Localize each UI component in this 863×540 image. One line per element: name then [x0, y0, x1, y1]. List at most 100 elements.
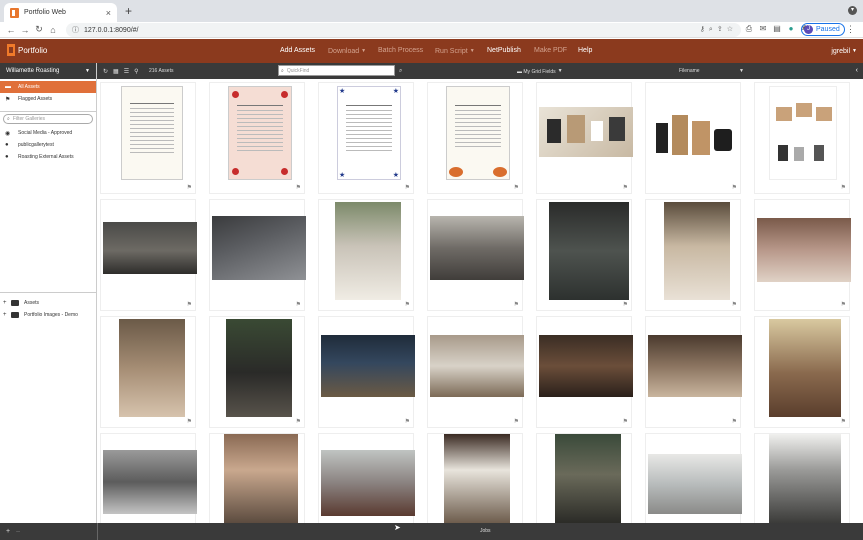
flag-icon[interactable]: ⚑: [841, 301, 846, 308]
tree-item-assets[interactable]: + Assets: [0, 297, 96, 309]
asset-tile[interactable]: [209, 433, 305, 523]
grid-view-icon[interactable]: ▦: [113, 68, 119, 75]
batch-process-menu[interactable]: Batch Process: [378, 39, 423, 63]
flag-icon[interactable]: ⚑: [187, 418, 192, 425]
help-menu[interactable]: Help: [578, 39, 592, 63]
mail-icon[interactable]: ✉: [758, 23, 768, 34]
asset-tile[interactable]: ⚑: [536, 316, 633, 428]
sidebar-item-flagged-assets[interactable]: ⚑ Flagged Assets: [0, 93, 96, 105]
collapse-panel-icon[interactable]: ‹: [856, 63, 858, 79]
asset-tile[interactable]: [645, 433, 742, 523]
asset-tile[interactable]: ⚑: [754, 82, 850, 194]
asset-tile[interactable]: ⚑: [645, 316, 742, 428]
asset-tile[interactable]: ⚑: [536, 199, 632, 311]
remove-gallery-button[interactable]: –: [16, 528, 20, 535]
asset-tile[interactable]: ⚑: [427, 82, 523, 194]
pin-icon[interactable]: ⚲: [134, 68, 138, 75]
browser-menu-icon[interactable]: ⋮: [846, 24, 855, 35]
add-assets-menu[interactable]: Add Assets: [280, 39, 315, 63]
asset-tile[interactable]: ⚑: [645, 199, 741, 311]
asset-tile[interactable]: [754, 433, 850, 523]
sort-field-dropdown[interactable]: Filename ▼: [679, 63, 744, 79]
flag-icon[interactable]: ⚑: [296, 418, 301, 425]
tree-item-portfolio-images-demo[interactable]: + Portfolio Images - Demo: [0, 309, 96, 321]
gallery-item-roasting-external-assets[interactable]: ● Roasting External Assets: [0, 151, 96, 163]
forward-icon[interactable]: →: [18, 25, 32, 35]
download-menu[interactable]: Download ▼: [328, 39, 366, 63]
flag-icon[interactable]: ⚑: [514, 301, 519, 308]
printer-icon[interactable]: ⎙: [744, 23, 754, 34]
grammar-extension-icon[interactable]: ●: [786, 23, 796, 34]
bookmark-star-icon[interactable]: ☆: [727, 26, 737, 33]
user-menu[interactable]: jgrebil ▼: [831, 39, 857, 63]
advanced-search-icon[interactable]: ⌕: [399, 63, 402, 79]
refresh-icon[interactable]: ↻: [103, 68, 108, 75]
close-tab-icon[interactable]: ×: [106, 8, 111, 18]
flag-icon[interactable]: ⚑: [623, 418, 628, 425]
tab-search-icon[interactable]: ▾: [848, 6, 857, 15]
asset-tile[interactable]: ​ ⚑: [100, 82, 196, 194]
asset-tile[interactable]: ⚑: [754, 199, 851, 311]
site-info-icon[interactable]: ⓘ: [72, 25, 79, 35]
quickfind-input[interactable]: ⌕ QuickFind: [278, 65, 395, 76]
gallery-item-publicgallerytest[interactable]: ● publicgallerytest: [0, 139, 96, 151]
expand-icon[interactable]: +: [3, 300, 9, 306]
netpublish-menu[interactable]: NetPublish: [487, 39, 521, 63]
flag-icon[interactable]: ⚑: [296, 184, 301, 191]
expand-icon[interactable]: +: [3, 312, 9, 318]
flag-icon[interactable]: ⚑: [841, 184, 846, 191]
flag-icon[interactable]: ⚑: [732, 418, 737, 425]
asset-tile[interactable]: ⚑: [427, 316, 524, 428]
asset-tile[interactable]: ⚑: [754, 316, 850, 428]
key-icon[interactable]: ⚷: [700, 26, 709, 33]
flag-icon[interactable]: ⚑: [405, 301, 410, 308]
asset-tile[interactable]: ★ ★ ★ ★ ⚑: [318, 82, 414, 194]
add-gallery-button[interactable]: +: [6, 528, 10, 535]
make-pdf-menu[interactable]: Make PDF: [534, 39, 567, 63]
profile-paused-button[interactable]: J Paused: [801, 23, 845, 36]
zoom-icon[interactable]: ⌕: [709, 26, 717, 33]
flag-icon[interactable]: ⚑: [187, 184, 192, 191]
catalog-selector[interactable]: Willamette Roasting ▼: [0, 63, 96, 79]
asset-tile[interactable]: ⚑: [645, 82, 741, 194]
reload-icon[interactable]: ↻: [32, 24, 46, 35]
asset-tile[interactable]: [100, 433, 197, 523]
asset-tile[interactable]: [536, 433, 632, 523]
asset-tile[interactable]: ⚑: [100, 199, 197, 311]
flag-icon[interactable]: ⚑: [732, 184, 737, 191]
flag-icon[interactable]: ⚑: [405, 418, 410, 425]
jobs-panel-toggle[interactable]: Jobs: [480, 523, 491, 540]
share-icon[interactable]: ⇪: [717, 26, 727, 33]
flag-icon[interactable]: ⚑: [514, 184, 519, 191]
flag-icon[interactable]: ⚑: [296, 301, 301, 308]
asset-tile[interactable]: ⚑: [318, 316, 415, 428]
asset-tile[interactable]: ⚑: [209, 316, 305, 428]
new-tab-button[interactable]: +: [125, 4, 132, 18]
document-icon[interactable]: ▤: [772, 23, 782, 34]
address-bar[interactable]: ⓘ 127.0.0.1:8090/#/ ⚷⌕⇪☆: [66, 23, 741, 37]
flag-icon[interactable]: ⚑: [732, 301, 737, 308]
run-script-menu[interactable]: Run Script ▼: [435, 39, 475, 63]
gallery-item-social-media-approved[interactable]: ◉ Social Media - Approved: [0, 127, 96, 139]
grid-fields-dropdown[interactable]: ▬ My Grid Fields ▼: [517, 63, 563, 80]
flag-icon[interactable]: ⚑: [187, 301, 192, 308]
flag-icon[interactable]: ⚑: [623, 184, 628, 191]
asset-tile[interactable]: ⚑: [100, 316, 196, 428]
flag-icon[interactable]: ⚑: [841, 418, 846, 425]
flag-icon[interactable]: ⚑: [514, 418, 519, 425]
asset-tile[interactable]: ⚑: [209, 82, 305, 194]
asset-tile[interactable]: ⚑: [318, 199, 414, 311]
home-icon[interactable]: ⌂: [46, 25, 60, 35]
asset-tile[interactable]: [427, 433, 523, 523]
asset-tile[interactable]: [318, 433, 415, 523]
browser-tab[interactable]: Portfolio Web ×: [4, 3, 117, 22]
flag-icon[interactable]: ⚑: [623, 301, 628, 308]
portfolio-logo[interactable]: Portfolio: [7, 44, 47, 56]
back-icon[interactable]: ←: [4, 25, 18, 35]
asset-tile[interactable]: ⚑: [536, 82, 633, 194]
sidebar-item-all-assets[interactable]: ▬ All Assets: [0, 81, 96, 93]
filter-galleries-input[interactable]: ⌕ Filter Galleries: [3, 114, 93, 124]
asset-tile[interactable]: ⚑: [209, 199, 306, 311]
asset-tile[interactable]: ⚑: [427, 199, 524, 311]
list-view-icon[interactable]: ☰: [124, 68, 129, 75]
